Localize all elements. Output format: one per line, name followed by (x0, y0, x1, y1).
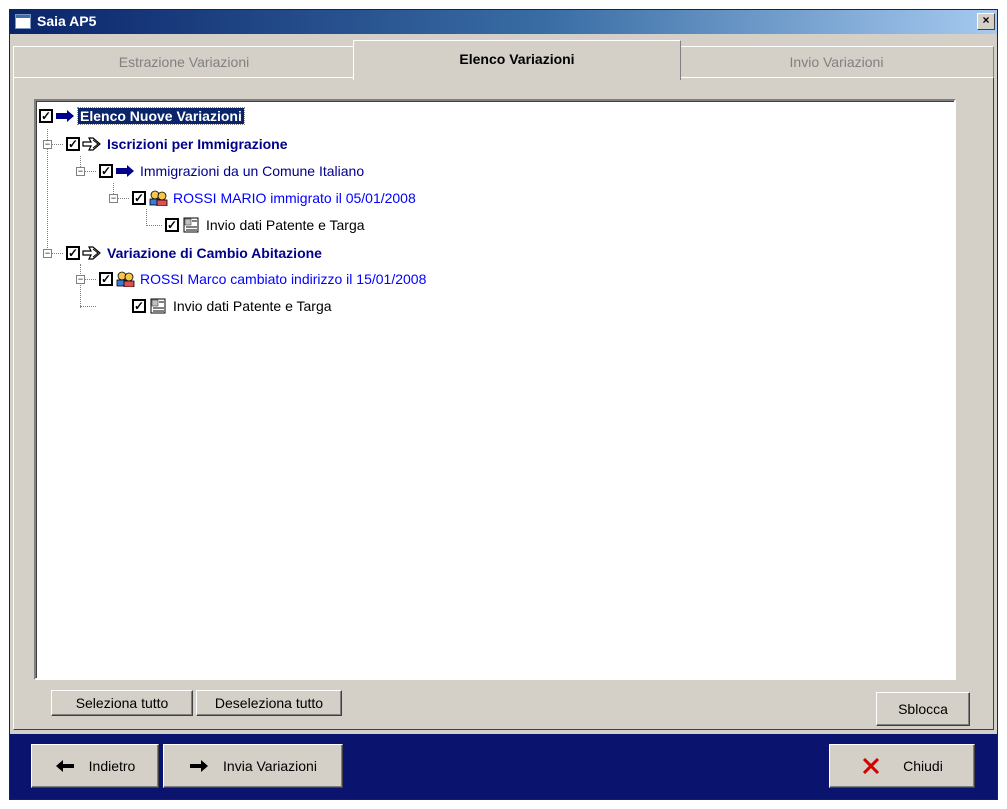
tree-group-label[interactable]: Variazione di Cambio Abitazione (105, 245, 324, 261)
tab-elenco-variazioni[interactable]: Elenco Variazioni (353, 40, 681, 80)
checkbox-checked[interactable]: ✓ (132, 299, 146, 313)
tree-action-label[interactable]: Invio dati Patente e Targa (204, 217, 367, 233)
checkbox-checked[interactable]: ✓ (165, 218, 179, 232)
tree-expander-collapse[interactable]: − (76, 167, 85, 176)
checkbox-checked[interactable]: ✓ (66, 137, 80, 151)
tree-line (118, 198, 129, 199)
tree-root-node[interactable]: ✓ Elenco Nuove Variazioni (39, 106, 245, 126)
hand-pointer-icon (82, 137, 101, 151)
tree-line (85, 279, 96, 280)
tree-person-node[interactable]: ✓ ROSSI Marco cambiato indirizzo il 15/0… (99, 269, 428, 289)
tree-group-node[interactable]: ✓ Iscrizioni per Immigrazione (66, 134, 290, 154)
tree-line (80, 306, 96, 307)
window-app-icon (15, 14, 31, 29)
tree-person-label[interactable]: ROSSI Marco cambiato indirizzo il 15/01/… (138, 271, 428, 287)
tree-action-label[interactable]: Invio dati Patente e Targa (171, 298, 334, 314)
checkbox-checked[interactable]: ✓ (39, 109, 53, 123)
send-variations-button-label: Invia Variazioni (223, 758, 317, 774)
tree-subgroup-node[interactable]: ✓ Immigrazioni da un Comune Italiano (99, 161, 366, 181)
title-bar[interactable]: Saia AP5 × (10, 10, 997, 34)
tree-root-label[interactable]: Elenco Nuove Variazioni (77, 107, 245, 125)
people-icon (116, 271, 135, 287)
tree-expander-collapse[interactable]: − (109, 194, 118, 203)
tree-group-node[interactable]: ✓ Variazione di Cambio Abitazione (66, 243, 324, 263)
people-icon (149, 190, 168, 206)
hand-pointer-icon (82, 246, 101, 260)
window-close-button[interactable]: × (977, 13, 995, 30)
close-x-icon (863, 758, 880, 774)
checkbox-checked[interactable]: ✓ (99, 164, 113, 178)
back-button-label: Indietro (88, 758, 136, 774)
arrow-right-icon (190, 760, 209, 772)
select-all-button[interactable]: Seleziona tutto (51, 690, 193, 716)
arrow-right-icon (56, 110, 74, 122)
checkbox-checked[interactable]: ✓ (66, 246, 80, 260)
bottom-action-bar: Indietro Invia Variazioni Chiudi (10, 734, 997, 799)
checkbox-checked[interactable]: ✓ (99, 272, 113, 286)
close-button[interactable]: Chiudi (829, 744, 975, 788)
send-variations-button[interactable]: Invia Variazioni (163, 744, 343, 788)
tree-expander-collapse[interactable]: − (43, 140, 52, 149)
tree-line (52, 144, 63, 145)
tab-strip: Estrazione Variazioni Elenco Variazioni … (13, 40, 994, 80)
tree-line (85, 171, 96, 172)
variations-tree[interactable]: − − − − − ✓ Elenco Nuove Variazioni ✓ Is… (34, 99, 956, 680)
tree-group-label[interactable]: Iscrizioni per Immigrazione (105, 136, 290, 152)
tree-person-node[interactable]: ✓ ROSSI MARIO immigrato il 05/01/2008 (132, 188, 418, 208)
tree-subgroup-label[interactable]: Immigrazioni da un Comune Italiano (138, 163, 366, 179)
checkbox-checked[interactable]: ✓ (132, 191, 146, 205)
tree-action-node[interactable]: ✓ Invio dati Patente e Targa (132, 296, 334, 316)
close-button-label: Chiudi (903, 758, 943, 774)
tree-line (146, 209, 147, 226)
tab-invio-variazioni[interactable]: Invio Variazioni (679, 46, 994, 78)
window-title: Saia AP5 (37, 13, 97, 29)
tree-expander-collapse[interactable]: − (43, 249, 52, 258)
unlock-button[interactable]: Sblocca (876, 692, 970, 726)
tree-line (52, 253, 63, 254)
tree-line (80, 264, 81, 308)
tree-expander-collapse[interactable]: − (76, 275, 85, 284)
tree-action-node[interactable]: ✓ Invio dati Patente e Targa (165, 215, 367, 235)
arrow-right-icon (116, 165, 134, 177)
deselect-all-button[interactable]: Deseleziona tutto (196, 690, 342, 716)
arrow-left-icon (55, 760, 74, 772)
back-button[interactable]: Indietro (31, 744, 159, 788)
document-icon (183, 217, 199, 233)
tree-person-label[interactable]: ROSSI MARIO immigrato il 05/01/2008 (171, 190, 418, 206)
document-icon (150, 298, 166, 314)
tree-line (146, 225, 162, 226)
tab-estrazione-variazioni[interactable]: Estrazione Variazioni (13, 46, 355, 78)
